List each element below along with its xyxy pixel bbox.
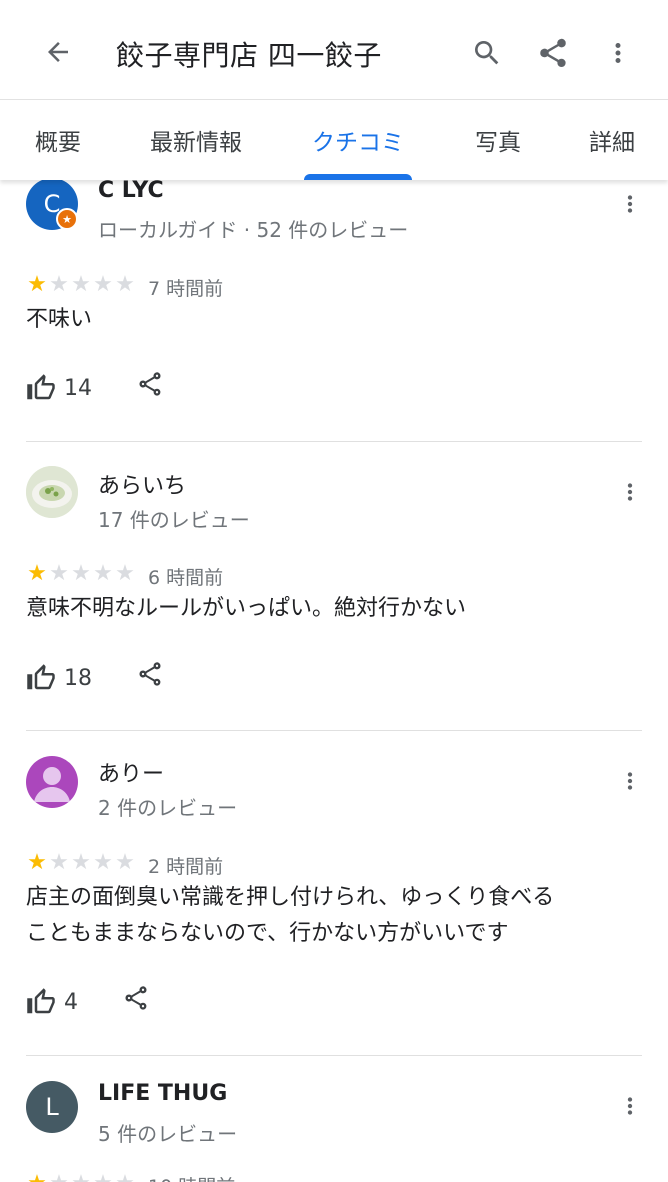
back-button[interactable] [34,28,82,76]
person-icon [34,767,70,802]
divider [26,1055,642,1056]
review-share-button[interactable] [118,980,154,1016]
avatar-letter: L [45,1093,59,1121]
tab-overview[interactable]: 概要 [20,100,96,180]
more-vert-icon [627,1097,633,1115]
star-empty-icon: ★ [93,561,113,586]
review-share-button[interactable] [132,366,168,402]
review-text-line: こともままならないので、行かない方がいいです [26,921,509,946]
thumbs-up-icon [27,664,55,690]
review-more-button[interactable] [612,186,648,222]
star-filled-icon: ★ [27,272,47,297]
share-icon [139,662,161,686]
star-filled-icon: ★ [27,561,47,586]
divider [26,441,642,442]
reviewer-meta: 2 件のレビュー [98,796,238,820]
star-rating: ★ ★ ★ ★ ★ [26,273,136,297]
tab-label: 概要 [35,130,81,156]
review-more-button[interactable] [612,763,648,799]
tab-label: クチコミ [312,130,404,156]
reviewer-name[interactable]: LIFE THUG [98,1081,227,1106]
more-options-button[interactable] [594,28,642,78]
more-vert-icon [627,483,633,501]
like-button[interactable]: 4 [26,984,78,1020]
more-vert-icon [615,43,621,63]
tab-details[interactable]: 詳細 [580,100,644,180]
reviewer-meta: 17 件のレビュー [98,508,250,532]
app-bar: 餃子専門店 四一餃子 [0,0,668,100]
star-rating: ★ ★ ★ ★ ★ [26,851,136,875]
avatar[interactable]: L [26,1081,78,1133]
star-empty-icon: ★ [115,561,135,586]
like-count: 4 [64,989,78,1015]
tab-photos[interactable]: 写真 [460,100,536,180]
like-button[interactable]: 18 [26,660,92,696]
review-more-button[interactable] [612,474,648,510]
star-filled-icon: ★ [27,850,47,875]
review-text: 意味不明なルールがいっぱい。絶対行かない [26,596,467,621]
share-icon [125,986,147,1010]
star-filled-icon: ★ [26,1173,48,1182]
review-share-button[interactable] [132,656,168,692]
avatar[interactable] [26,466,78,518]
star-empty-icon: ★ [115,850,135,875]
reviewer-meta: 5 件のレビュー [98,1122,238,1146]
star-empty-icon: ★ [93,850,113,875]
reviewer-meta: ローカルガイド · 52 件のレビュー [98,218,409,242]
search-icon [475,41,499,65]
review-text-line: 店主の面倒臭い常識を押し付けられ、ゆっくり食べる [26,885,555,910]
tab-label: 詳細 [589,130,635,156]
tab-updates[interactable]: 最新情報 [140,100,252,180]
tab-bar: 概要 最新情報 クチコミ 写真 詳細 [0,100,668,180]
avatar-photo [26,466,78,518]
tab-label: 最新情報 [150,130,242,156]
reviewer-name[interactable]: ありー [98,756,164,788]
page-title: 餃子専門店 四一餃子 [116,39,382,72]
tab-reviews[interactable]: クチコミ [304,100,412,180]
star-empty-icon: ★ [92,1173,114,1182]
star-empty-icon: ★ [114,1173,136,1182]
star-empty-icon: ★ [49,272,69,297]
star-empty-icon: ★ [71,561,91,586]
review-time: 2 時間前 [148,856,224,878]
reviewer-name[interactable]: あらいち [98,468,186,500]
star-rating: ★ ★ ★ ★ ★ [26,562,136,586]
thumbs-up-icon [27,988,55,1014]
review-more-button[interactable] [612,1088,648,1124]
share-icon [540,38,566,68]
divider [26,730,642,731]
review-text: 不味い [26,307,93,332]
back-arrow-icon [48,42,68,62]
search-button[interactable] [462,28,512,78]
more-vert-icon [627,772,633,790]
share-icon [139,372,161,396]
like-count: 18 [64,665,92,691]
reviews-screen: 餃子専門店 四一餃子 概要 最新情報 クチコミ 写真 詳細 C ★ C LYC … [0,0,668,1182]
like-button[interactable]: 14 [26,370,92,406]
local-guide-badge-icon: ★ [56,208,78,230]
like-count: 14 [64,375,92,401]
star-rating: ★ ★ ★ ★ ★ [26,1172,136,1182]
more-vert-icon [627,195,633,213]
thumbs-up-icon [27,374,55,400]
star-empty-icon: ★ [71,272,91,297]
star-empty-icon: ★ [93,272,113,297]
star-empty-icon: ★ [49,561,69,586]
star-empty-icon: ★ [71,850,91,875]
star-empty-icon: ★ [48,1173,70,1182]
avatar[interactable] [26,756,78,808]
tab-label: 写真 [475,130,521,156]
review-time: 7 時間前 [148,278,224,300]
star-empty-icon: ★ [49,850,69,875]
share-button[interactable] [528,28,578,78]
active-tab-indicator [304,174,412,180]
reviewer-name[interactable]: C LYC [98,178,164,203]
star-empty-icon: ★ [70,1173,92,1182]
star-empty-icon: ★ [115,272,135,297]
review-time: 10 時間前 [148,1172,235,1182]
review-time: 6 時間前 [148,567,224,589]
